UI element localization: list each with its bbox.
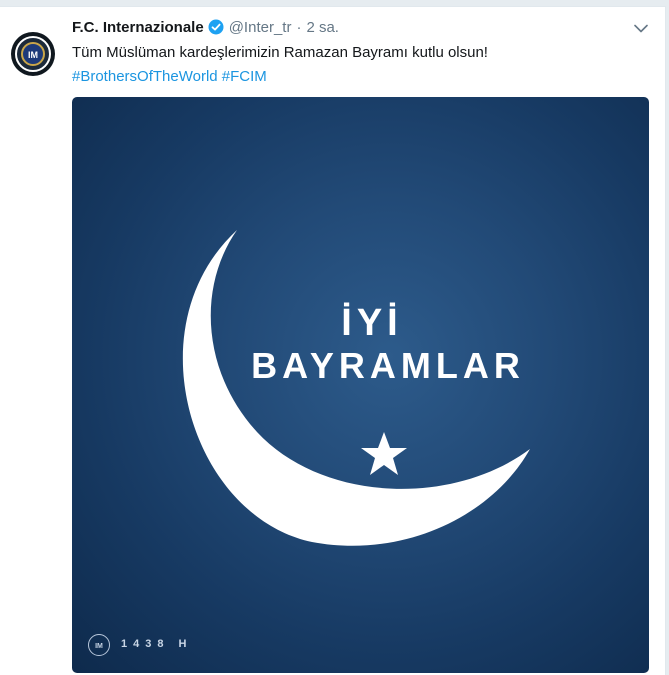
greeting-line-2: BAYRAMLAR	[251, 345, 525, 386]
star-icon	[361, 432, 407, 475]
svg-text:IM: IM	[95, 643, 103, 650]
author-handle[interactable]: @Inter_tr	[229, 19, 292, 36]
author-name[interactable]: F.C. Internazionale	[72, 19, 204, 36]
tweet-card[interactable]: IM F.C. Internazionale @Inter_tr · 2 sa.…	[0, 6, 666, 675]
tweet-header: F.C. Internazionale @Inter_tr · 2 sa.	[72, 17, 339, 37]
hashtag-list: #BrothersOfTheWorld #FCIM	[72, 67, 652, 87]
tweet-timestamp[interactable]: 2 sa.	[306, 19, 339, 36]
hashtag-link[interactable]: #BrothersOfTheWorld	[72, 68, 218, 85]
chevron-down-icon[interactable]	[632, 21, 650, 35]
svg-text:IM: IM	[28, 50, 38, 60]
avatar[interactable]: IM	[11, 32, 55, 76]
separator-dot: ·	[296, 18, 302, 36]
crescent-moon-icon	[182, 230, 530, 546]
tweet-media-image[interactable]: İYİ BAYRAMLAR IM 1438 H	[72, 97, 649, 673]
hashtag-link[interactable]: #FCIM	[222, 68, 267, 85]
inter-logo-icon: IM	[88, 634, 110, 656]
tweet-body: Tüm Müslüman kardeşlerimizin Ramazan Bay…	[72, 44, 488, 61]
verified-badge-icon	[208, 19, 224, 35]
hijri-year-label: 1438 H	[121, 638, 193, 650]
inter-logo-icon: IM	[15, 36, 51, 72]
tweet-text: Tüm Müslüman kardeşlerimizin Ramazan Bay…	[72, 43, 652, 87]
greeting-line-1: İYİ	[341, 302, 403, 344]
